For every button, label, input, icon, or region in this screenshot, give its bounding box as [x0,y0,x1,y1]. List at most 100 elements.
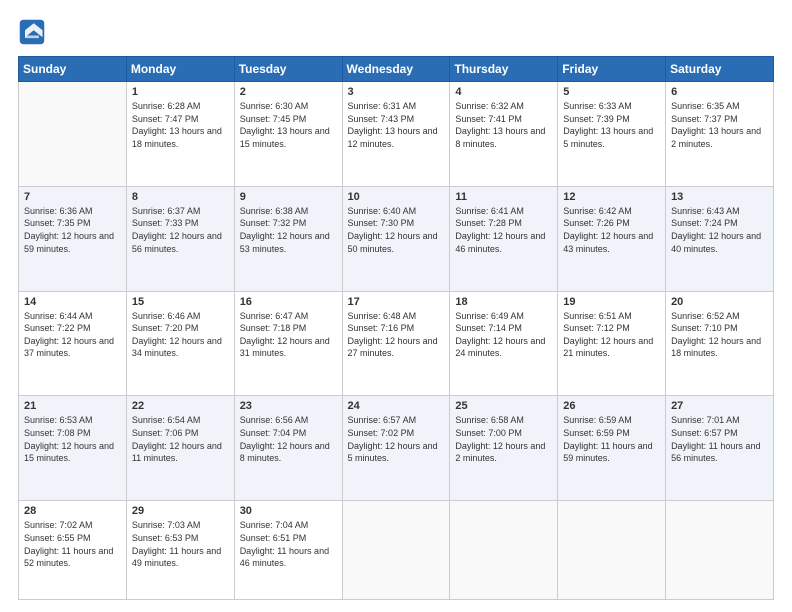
day-info: Sunrise: 6:52 AMSunset: 7:10 PMDaylight:… [671,310,768,360]
day-header-wednesday: Wednesday [342,57,450,82]
day-info: Sunrise: 6:42 AMSunset: 7:26 PMDaylight:… [563,205,660,255]
day-cell-14: 14 Sunrise: 6:44 AMSunset: 7:22 PMDayligh… [19,291,127,396]
calendar-week-3: 14 Sunrise: 6:44 AMSunset: 7:22 PMDayligh… [19,291,774,396]
day-info: Sunrise: 6:49 AMSunset: 7:14 PMDaylight:… [455,310,552,360]
day-cell-26: 26 Sunrise: 6:59 AMSunset: 6:59 PMDayligh… [558,396,666,501]
day-header-thursday: Thursday [450,57,558,82]
day-number: 15 [132,296,229,308]
calendar-table: SundayMondayTuesdayWednesdayThursdayFrid… [18,56,774,600]
day-info: Sunrise: 6:28 AMSunset: 7:47 PMDaylight:… [132,100,229,150]
day-number: 5 [563,86,660,98]
day-number: 19 [563,296,660,308]
day-info: Sunrise: 7:04 AMSunset: 6:51 PMDaylight:… [240,519,337,569]
day-info: Sunrise: 6:30 AMSunset: 7:45 PMDaylight:… [240,100,337,150]
day-info: Sunrise: 6:47 AMSunset: 7:18 PMDaylight:… [240,310,337,360]
day-info: Sunrise: 7:01 AMSunset: 6:57 PMDaylight:… [671,414,768,464]
day-cell-19: 19 Sunrise: 6:51 AMSunset: 7:12 PMDayligh… [558,291,666,396]
empty-cell [19,82,127,187]
day-number: 21 [24,400,121,412]
day-cell-20: 20 Sunrise: 6:52 AMSunset: 7:10 PMDayligh… [666,291,774,396]
page: SundayMondayTuesdayWednesdayThursdayFrid… [0,0,792,612]
day-number: 14 [24,296,121,308]
day-info: Sunrise: 7:02 AMSunset: 6:55 PMDaylight:… [24,519,121,569]
day-header-friday: Friday [558,57,666,82]
day-info: Sunrise: 6:37 AMSunset: 7:33 PMDaylight:… [132,205,229,255]
calendar-week-2: 7 Sunrise: 6:36 AMSunset: 7:35 PMDaylight… [19,186,774,291]
day-number: 16 [240,296,337,308]
day-number: 18 [455,296,552,308]
day-cell-12: 12 Sunrise: 6:42 AMSunset: 7:26 PMDayligh… [558,186,666,291]
day-info: Sunrise: 6:36 AMSunset: 7:35 PMDaylight:… [24,205,121,255]
day-number: 25 [455,400,552,412]
day-cell-24: 24 Sunrise: 6:57 AMSunset: 7:02 PMDayligh… [342,396,450,501]
day-number: 2 [240,86,337,98]
day-info: Sunrise: 7:03 AMSunset: 6:53 PMDaylight:… [132,519,229,569]
day-info: Sunrise: 6:57 AMSunset: 7:02 PMDaylight:… [348,414,445,464]
day-cell-3: 3 Sunrise: 6:31 AMSunset: 7:43 PMDaylight… [342,82,450,187]
day-info: Sunrise: 6:51 AMSunset: 7:12 PMDaylight:… [563,310,660,360]
day-number: 10 [348,191,445,203]
day-header-monday: Monday [126,57,234,82]
day-number: 28 [24,505,121,517]
day-number: 20 [671,296,768,308]
day-cell-10: 10 Sunrise: 6:40 AMSunset: 7:30 PMDayligh… [342,186,450,291]
day-number: 3 [348,86,445,98]
day-cell-1: 1 Sunrise: 6:28 AMSunset: 7:47 PMDaylight… [126,82,234,187]
day-number: 1 [132,86,229,98]
day-header-saturday: Saturday [666,57,774,82]
calendar-week-5: 28 Sunrise: 7:02 AMSunset: 6:55 PMDayligh… [19,501,774,600]
day-info: Sunrise: 6:31 AMSunset: 7:43 PMDaylight:… [348,100,445,150]
day-info: Sunrise: 6:59 AMSunset: 6:59 PMDaylight:… [563,414,660,464]
day-cell-4: 4 Sunrise: 6:32 AMSunset: 7:41 PMDaylight… [450,82,558,187]
day-cell-9: 9 Sunrise: 6:38 AMSunset: 7:32 PMDaylight… [234,186,342,291]
day-number: 7 [24,191,121,203]
day-cell-2: 2 Sunrise: 6:30 AMSunset: 7:45 PMDaylight… [234,82,342,187]
day-cell-22: 22 Sunrise: 6:54 AMSunset: 7:06 PMDayligh… [126,396,234,501]
empty-cell [342,501,450,600]
day-number: 26 [563,400,660,412]
day-number: 29 [132,505,229,517]
day-number: 11 [455,191,552,203]
day-number: 17 [348,296,445,308]
day-cell-30: 30 Sunrise: 7:04 AMSunset: 6:51 PMDayligh… [234,501,342,600]
day-info: Sunrise: 6:33 AMSunset: 7:39 PMDaylight:… [563,100,660,150]
day-info: Sunrise: 6:58 AMSunset: 7:00 PMDaylight:… [455,414,552,464]
day-info: Sunrise: 6:35 AMSunset: 7:37 PMDaylight:… [671,100,768,150]
day-cell-6: 6 Sunrise: 6:35 AMSunset: 7:37 PMDaylight… [666,82,774,187]
day-cell-5: 5 Sunrise: 6:33 AMSunset: 7:39 PMDaylight… [558,82,666,187]
calendar-week-4: 21 Sunrise: 6:53 AMSunset: 7:08 PMDayligh… [19,396,774,501]
empty-cell [450,501,558,600]
day-info: Sunrise: 6:43 AMSunset: 7:24 PMDaylight:… [671,205,768,255]
day-cell-28: 28 Sunrise: 7:02 AMSunset: 6:55 PMDayligh… [19,501,127,600]
day-info: Sunrise: 6:40 AMSunset: 7:30 PMDaylight:… [348,205,445,255]
day-number: 30 [240,505,337,517]
day-number: 9 [240,191,337,203]
day-info: Sunrise: 6:44 AMSunset: 7:22 PMDaylight:… [24,310,121,360]
day-cell-27: 27 Sunrise: 7:01 AMSunset: 6:57 PMDayligh… [666,396,774,501]
header-row: SundayMondayTuesdayWednesdayThursdayFrid… [19,57,774,82]
day-cell-11: 11Sunrise: 6:41 AMSunset: 7:28 PMDayligh… [450,186,558,291]
day-number: 22 [132,400,229,412]
day-info: Sunrise: 6:54 AMSunset: 7:06 PMDaylight:… [132,414,229,464]
day-cell-8: 8Sunrise: 6:37 AMSunset: 7:33 PMDaylight… [126,186,234,291]
header [18,18,774,46]
empty-cell [558,501,666,600]
day-number: 13 [671,191,768,203]
day-number: 27 [671,400,768,412]
day-info: Sunrise: 6:32 AMSunset: 7:41 PMDaylight:… [455,100,552,150]
day-info: Sunrise: 6:38 AMSunset: 7:32 PMDaylight:… [240,205,337,255]
day-info: Sunrise: 6:56 AMSunset: 7:04 PMDaylight:… [240,414,337,464]
day-number: 23 [240,400,337,412]
day-info: Sunrise: 6:53 AMSunset: 7:08 PMDaylight:… [24,414,121,464]
day-info: Sunrise: 6:48 AMSunset: 7:16 PMDaylight:… [348,310,445,360]
day-number: 24 [348,400,445,412]
day-number: 12 [563,191,660,203]
day-cell-17: 17 Sunrise: 6:48 AMSunset: 7:16 PMDayligh… [342,291,450,396]
day-number: 4 [455,86,552,98]
day-cell-16: 16 Sunrise: 6:47 AMSunset: 7:18 PMDayligh… [234,291,342,396]
day-cell-29: 29 Sunrise: 7:03 AMSunset: 6:53 PMDayligh… [126,501,234,600]
logo-icon [18,18,46,46]
logo [18,18,50,46]
day-cell-21: 21 Sunrise: 6:53 AMSunset: 7:08 PMDayligh… [19,396,127,501]
day-number: 6 [671,86,768,98]
